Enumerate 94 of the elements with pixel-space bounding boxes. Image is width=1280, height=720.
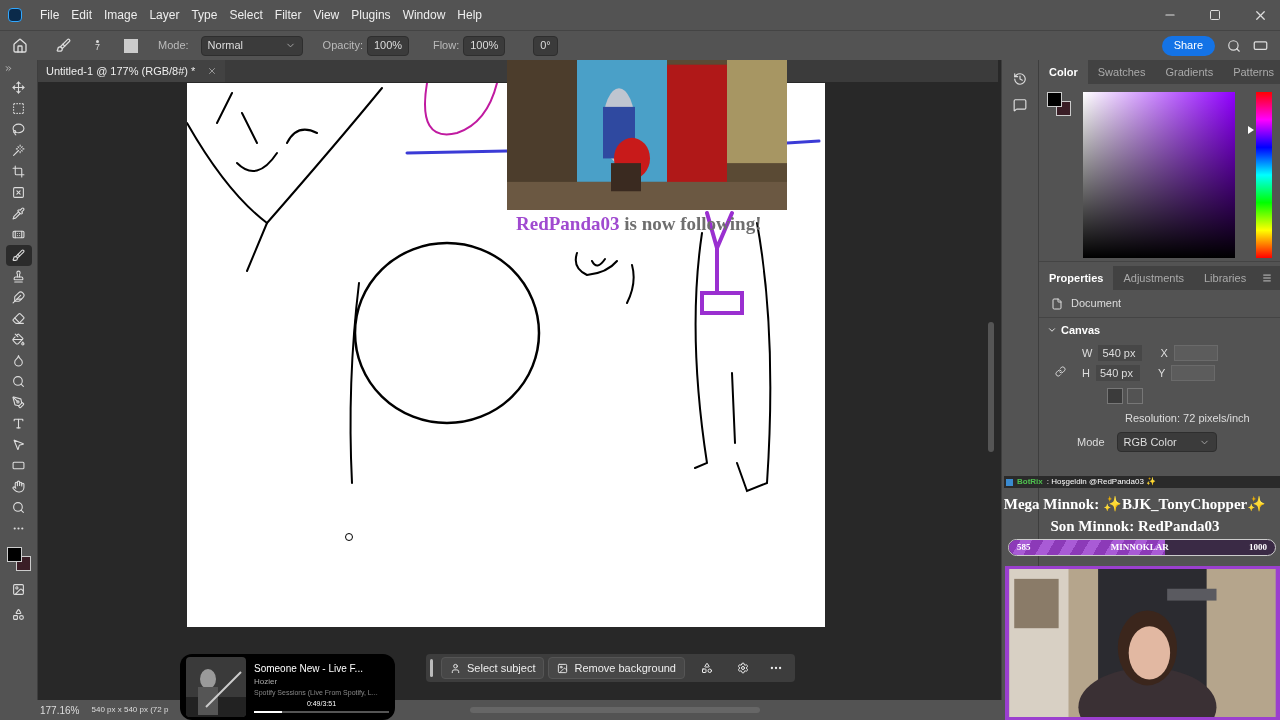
brush-icon [12,249,25,262]
task-button[interactable]: Select subject [441,657,545,679]
panel-tab[interactable]: Properties [1039,266,1114,290]
hand-icon [12,480,25,493]
type-icon [12,417,25,430]
menu-item[interactable]: Help [451,6,488,24]
lasso-icon [12,123,25,136]
share-button[interactable]: Share [1161,35,1215,56]
crop-icon [12,165,25,178]
goal-start: 585 [1017,540,1031,554]
app-logo-icon[interactable] [8,8,22,22]
menu-item[interactable]: File [34,6,66,24]
menu-item[interactable]: View [307,6,346,24]
brush-preset-icon[interactable] [56,38,71,53]
menu-item[interactable]: Layer [143,6,186,24]
document-label: Document [1071,296,1122,312]
home-icon[interactable] [12,37,28,54]
menu-item[interactable]: Edit [65,6,99,24]
frame-icon [12,186,25,199]
image-icon [557,662,569,674]
eraser-icon [12,312,25,325]
wand-icon [12,144,25,157]
latest-donor-text: Son Minnok: RedPanda03 [1050,517,1220,536]
opacity-label: Opacity: [322,38,363,54]
hue-marker[interactable] [1248,126,1254,135]
panel-tab[interactable]: Adjustments [1113,266,1194,290]
pointer-icon [12,438,25,451]
opacity-field[interactable]: 100% [366,35,409,56]
color-field[interactable] [1083,92,1235,258]
chat-message: BotRix : Hoşgeldin @RedPanda03 ✨ [1004,476,1280,488]
menu-item[interactable]: Filter [268,6,308,24]
y-label: Y [1157,366,1166,381]
maximize-icon[interactable] [1209,9,1221,21]
color-swatches-icon[interactable] [6,547,31,571]
color-mode-dropdown[interactable]: RGB Color [1116,432,1217,452]
marquee-icon [12,102,25,115]
quick-mask-icon[interactable] [12,583,25,596]
menu-item[interactable]: Type [185,6,224,24]
track-title: Someone New - Live F... [254,662,364,676]
drop-icon [12,354,25,367]
color-swatches-icon[interactable] [1047,92,1071,116]
rectangle-icon [12,459,25,472]
close-icon[interactable] [207,66,218,76]
search-icon[interactable] [1227,38,1241,53]
mode-dropdown[interactable]: Normal [200,35,303,56]
width-field[interactable]: 540 px [1098,344,1143,361]
tool-button[interactable] [5,245,32,266]
panel-tab[interactable]: Patterns [1223,60,1280,84]
canvas[interactable] [187,83,825,627]
document-info: 540 px x 540 px (72 p [91,704,169,716]
task-button[interactable]: Remove background [548,657,685,679]
height-field[interactable]: 540 px [1095,365,1140,382]
move-icon [12,81,25,94]
document-icon [1051,297,1063,310]
brush-size: 7 [95,42,100,52]
flow-field[interactable]: 100% [463,35,506,56]
bandage-icon [12,228,25,241]
top-donor-text: Mega Minnok: ✨BJK_TonyChopper✨ [1003,495,1267,514]
history-icon[interactable] [1013,72,1027,86]
pen-icon [12,396,25,409]
zoom-icon [12,501,25,514]
panel-tab[interactable]: Swatches [1087,60,1156,84]
angle-field[interactable]: 0° [533,35,558,56]
portrait-button[interactable] [1107,387,1123,404]
x-label: X [1160,345,1168,361]
menu-item[interactable]: Plugins [345,6,397,24]
document-tab[interactable]: Untitled-1 @ 177% (RGB/8#) * [38,60,226,82]
panel-tab[interactable]: Color [1039,60,1088,84]
width-label: W [1082,345,1093,361]
flow-label: Flow: [432,38,460,54]
menu-item[interactable]: Image [98,6,144,24]
paint-bucket-icon [12,333,25,346]
screen-mode-icon[interactable] [12,608,25,621]
menu-item[interactable]: Window [396,6,452,24]
stamp-icon [12,270,25,283]
person-icon [450,662,461,674]
mode-label: Mode: [158,38,189,54]
goal-end: 1000 [1249,540,1267,554]
expand-icon[interactable] [4,64,13,73]
transform-icon[interactable] [701,662,713,674]
mode-label: Mode [1077,434,1105,450]
panel-tab[interactable]: Libraries [1193,266,1257,290]
section-header[interactable]: Canvas [1047,322,1272,339]
eyedropper-icon [12,207,25,220]
resolution-text: Resolution: 72 pixels/inch [1125,410,1251,426]
menu-item[interactable]: Select [223,6,269,24]
height-label: H [1082,366,1090,381]
panel-menu-icon[interactable] [1262,273,1272,283]
link-icon[interactable] [1055,365,1066,377]
comments-icon[interactable] [1013,98,1027,112]
track-artist: Hozier [254,676,279,688]
zoom-level: 177.16% [40,703,80,718]
panel-tab[interactable]: Gradients [1155,60,1224,84]
workspace-icon[interactable] [1253,38,1268,53]
